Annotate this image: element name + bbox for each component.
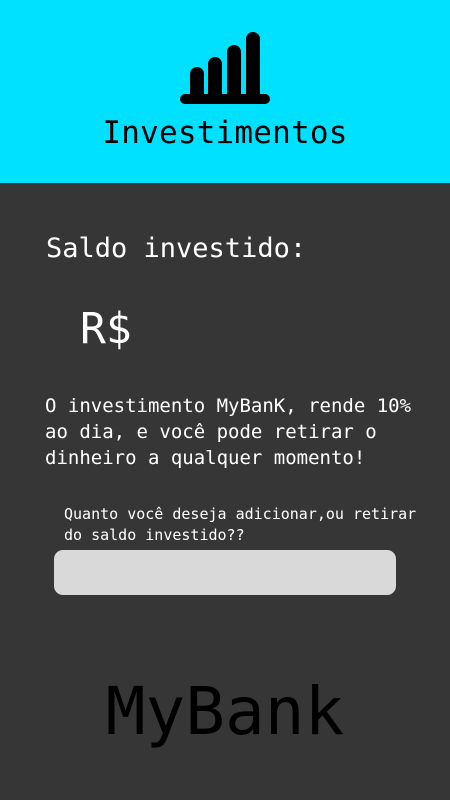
- balance-label: Saldo investido:: [46, 233, 307, 264]
- amount-input[interactable]: [54, 550, 396, 595]
- brand-logo: MyBank: [105, 673, 345, 750]
- bar-chart-icon: [180, 32, 270, 104]
- balance-value: R$: [80, 304, 132, 354]
- amount-question: Quanto você deseja adicionar,ou retirar …: [64, 505, 417, 544]
- investment-description: O investimento MyBanK, rende 10% ao dia,…: [45, 395, 412, 469]
- header: Investimentos: [0, 0, 450, 183]
- page-title: Investimentos: [102, 115, 348, 151]
